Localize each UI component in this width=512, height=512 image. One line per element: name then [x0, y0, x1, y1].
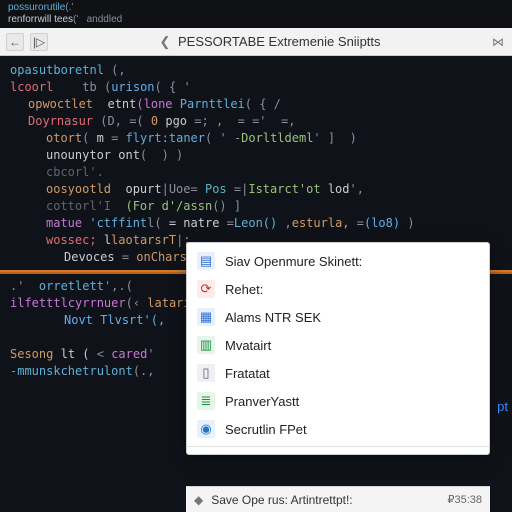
forward-button[interactable]: |▷ [30, 33, 48, 51]
footer-bar: ◆ Save Ope rus: Artintrettpt!: ₽35:38 [186, 486, 490, 512]
footer-meta: ₽35:38 [447, 493, 482, 506]
shield-icon: ◉ [197, 420, 215, 438]
code-line: opwoctlet etnt(lone Parnttlei( { / [10, 96, 502, 113]
layers-icon: ≣ [197, 392, 215, 410]
menu-item-label: Secrutlin FPet [225, 422, 307, 437]
context-menu: ▤ Siav Openmure Skinett: ⟳ Rehet: ▦ Alams NTR… [186, 242, 490, 455]
page-title: ❮ PESSORTABE Extremenie Sniiptts [54, 34, 486, 50]
menu-item-2[interactable]: ▦ Alams NTR SEK [187, 303, 489, 331]
menu-item-label: Siav Openmure Skinett: [225, 254, 362, 269]
menu-item-label: Mvatairt [225, 338, 271, 353]
code-line: matue 'ctffintl( = natre =Leon() ,esturl… [10, 215, 502, 232]
grid-icon: ▦ [197, 308, 215, 326]
menu-item-4[interactable]: ▯ Fratatat [187, 359, 489, 387]
code-line: lcoorl tb (urison( { ' [10, 79, 502, 96]
chevron-left-icon: ❮ [159, 34, 170, 49]
menu-item-5[interactable]: ≣ PranverYastt [187, 387, 489, 415]
title-right-icon[interactable]: ⋈ [492, 35, 506, 49]
menu-item-3[interactable]: ▥ Mvatairt [187, 331, 489, 359]
menu-item-0[interactable]: ▤ Siav Openmure Skinett: [187, 247, 489, 275]
code-line: unounytor ont( ) ) [10, 147, 502, 164]
side-hint[interactable]: pt [497, 398, 508, 415]
code-line: cottorl'I (For d'/assn() ] [10, 198, 502, 215]
menu-item-label: Rehet: [225, 282, 263, 297]
top-code-strip: possurorutile(.' renforrwill tees(' andd… [0, 0, 512, 28]
menu-item-label: Fratatat [225, 366, 270, 381]
document-lines-icon: ▤ [197, 252, 215, 270]
code-line: otort( m = flyrt:taner( ' -Dorltldeml' ]… [10, 130, 502, 147]
code-line: cbcorl'. [10, 164, 502, 181]
code-line: Doyrnasur (D, =( 0 pgo =; , = =' =, [10, 113, 502, 130]
title-bar: ← |▷ ❮ PESSORTABE Extremenie Sniiptts ⋈ [0, 28, 512, 56]
menu-separator [187, 446, 489, 447]
footer-label[interactable]: Save Ope rus: Artintrettpt!: [211, 493, 352, 507]
menu-item-6[interactable]: ◉ Secrutlin FPet [187, 415, 489, 443]
menu-item-label: Alams NTR SEK [225, 310, 321, 325]
refresh-page-icon: ⟳ [197, 280, 215, 298]
page-icon: ▯ [197, 364, 215, 382]
code-line: opasutboretnl (, [10, 62, 502, 79]
title-label: PESSORTABE Extremenie Sniiptts [178, 34, 381, 49]
footer-icon: ◆ [194, 493, 203, 507]
menu-item-1[interactable]: ⟳ Rehet: [187, 275, 489, 303]
sheet-green-icon: ▥ [197, 336, 215, 354]
menu-item-label: PranverYastt [225, 394, 299, 409]
back-button[interactable]: ← [6, 33, 24, 51]
code-line: oosyootld opurt|Uoe= Pos =|Istarct'ot lo… [10, 181, 502, 198]
